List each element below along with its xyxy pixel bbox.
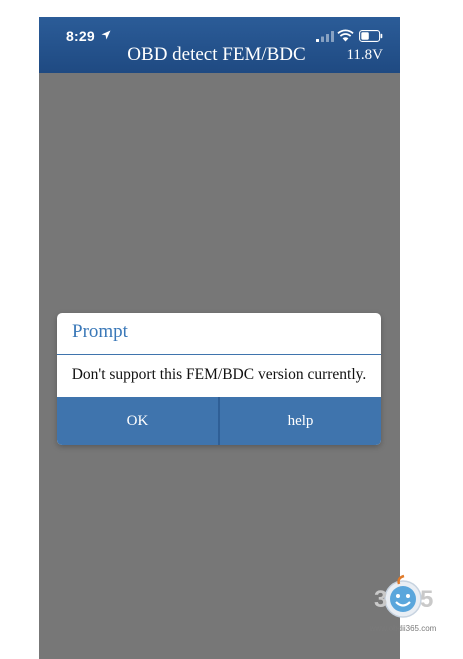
app-header: 8:29 OBD detect FEM/BDC 11.8V xyxy=(39,17,400,73)
dialog-divider xyxy=(57,354,381,355)
dialog-message: Don't support this FEM/BDC version curre… xyxy=(71,366,367,383)
dialog-title: Prompt xyxy=(72,321,128,342)
help-button[interactable]: help xyxy=(220,397,381,445)
ok-button[interactable]: OK xyxy=(57,397,218,445)
location-arrow-icon xyxy=(101,30,111,40)
wifi-icon xyxy=(337,29,354,42)
watermark-url: www.obdii365.com xyxy=(369,624,437,633)
svg-text:3: 3 xyxy=(374,586,387,613)
battery-icon xyxy=(359,30,383,42)
voltage-readout: 11.8V xyxy=(346,47,383,63)
svg-text:5: 5 xyxy=(420,586,433,613)
status-time: 8:29 xyxy=(66,28,95,44)
prompt-dialog: Prompt Don't support this FEM/BDC versio… xyxy=(57,313,381,445)
watermark-logo: 3 5 www.obdii365.com xyxy=(358,572,448,638)
phone-screen: 8:29 OBD detect FEM/BDC 11.8V Prompt Don… xyxy=(39,17,400,659)
signal-icon xyxy=(316,31,334,42)
obdii365-logo-icon: 3 5 xyxy=(374,574,433,618)
